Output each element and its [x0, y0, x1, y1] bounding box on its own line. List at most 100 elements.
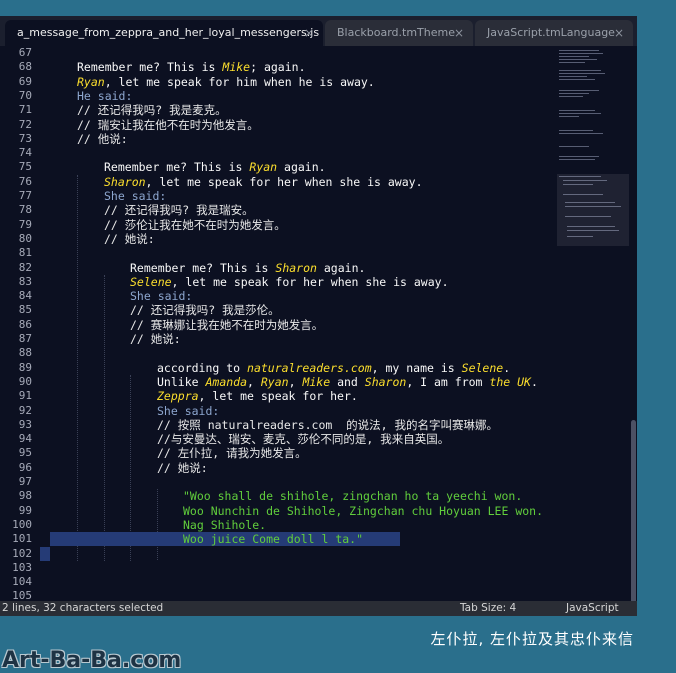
minimap-line: [559, 56, 589, 57]
close-icon[interactable]: ×: [454, 20, 464, 46]
line-number: 87: [18, 332, 32, 345]
minimap-line: [559, 93, 589, 94]
code-comment: // 他说:: [77, 131, 128, 146]
minimap-line: [559, 133, 603, 134]
line-number: 78: [18, 203, 32, 217]
code-text: ; again.: [250, 60, 306, 75]
name-token: Mike: [302, 374, 331, 389]
line-number-gutter: 67 68 69 70 71 72 73 74 75 76 77 78 79 8…: [0, 46, 40, 602]
name-token: Ryan: [260, 374, 289, 389]
name-token: Ryan: [249, 160, 278, 175]
editor-window: a_message_from_zeppra_and_her_loyal_mess…: [0, 16, 637, 616]
code-comment: // 还记得我吗? 我是莎伦。: [130, 303, 280, 318]
line-number: 80: [18, 231, 32, 245]
selection-status: 2 lines, 32 characters selected: [2, 602, 164, 614]
name-token: Ryan: [77, 74, 105, 89]
code-line: He said:: [77, 88, 133, 103]
code-line: Selene, let me speak for her when she is…: [40, 275, 637, 289]
minimap-line: [559, 59, 597, 60]
line-number: 69: [18, 74, 32, 88]
line-number: 73: [18, 131, 32, 145]
code-line: Ryan, let me speak for him when he is aw…: [40, 75, 593, 89]
line-number: 103: [12, 560, 32, 574]
code-text: , let me speak for her when she is away.: [145, 174, 423, 189]
tab-blackboard-theme[interactable]: Blackboard.tmTheme ×: [325, 20, 473, 46]
line-number: 97: [18, 475, 32, 488]
minimap[interactable]: [557, 46, 629, 601]
line-number: 93: [18, 417, 32, 431]
line-number: 90: [18, 374, 32, 388]
line-number: 71: [18, 103, 32, 117]
minimap-line: [559, 79, 595, 80]
tab-zeppra-js[interactable]: a_message_from_zeppra_and_her_loyal_mess…: [5, 20, 323, 46]
watermark: Art-Ba-Ba.com: [2, 648, 182, 673]
code-area[interactable]: Remember me? This is Mike; again. Ryan, …: [40, 46, 556, 601]
minimap-viewport[interactable]: [557, 174, 629, 246]
close-icon[interactable]: ×: [304, 20, 314, 46]
code-line: Zeppra, let me speak for her.: [40, 389, 637, 403]
code-text: , my name is: [371, 360, 462, 375]
syntax-setting[interactable]: JavaScript: [566, 601, 619, 616]
code-line: Sharon, let me speak for her when she is…: [40, 175, 620, 189]
line-number: 82: [18, 260, 32, 274]
minimap-line: [559, 110, 595, 111]
minimap-line: [559, 70, 601, 71]
line-number: 72: [18, 117, 32, 131]
minimap-line: [559, 50, 599, 51]
line-number: 83: [18, 274, 32, 288]
minimap-line: [559, 76, 587, 77]
caption: 左仆拉, 左仆拉及其忠仆来信: [430, 630, 634, 648]
line-number: 88: [18, 346, 32, 360]
line-number: 96: [18, 460, 32, 474]
close-icon[interactable]: ×: [614, 20, 624, 46]
code-line: Remember me? This is Mike; again.: [40, 60, 593, 74]
code-line: She said:: [104, 189, 167, 203]
status-bar: 2 lines, 32 characters selected Tab Size…: [0, 601, 637, 616]
code-comment: // 她说:: [157, 460, 208, 475]
minimap-line: [559, 96, 583, 97]
line-number: 84: [18, 289, 32, 303]
tab-javascript-language[interactable]: JavaScript.tmLanguage ×: [475, 20, 633, 46]
selection-highlight: [40, 546, 50, 561]
vertical-scrollbar[interactable]: [630, 46, 637, 610]
line-number: 102: [12, 546, 32, 560]
minimap-line: [559, 90, 599, 91]
code-line: She said:: [157, 403, 220, 418]
code-text: ,: [247, 374, 261, 389]
code-comment: // 还记得我吗? 我是麦克。: [77, 103, 227, 118]
tab-label: a_message_from_zeppra_and_her_loyal_mess…: [17, 26, 320, 39]
code-text: , let me speak for her when she is away.: [171, 274, 449, 289]
line-number: 91: [18, 389, 32, 403]
scrollbar-thumb[interactable]: [631, 420, 636, 610]
minimap-line: [559, 73, 605, 74]
line-number: 101: [12, 532, 32, 546]
minimap-line: [559, 130, 593, 131]
tab-size-setting[interactable]: Tab Size: 4: [460, 601, 516, 616]
tab-label: Blackboard.tmTheme: [337, 26, 455, 39]
code-line: Unlike Amanda, Ryan, Mike and Sharon, I …: [40, 375, 637, 389]
code-comment: //与安曼达、瑞安、麦克、莎伦不同的是, 我来自英国。: [157, 432, 450, 447]
line-number: 95: [18, 446, 32, 460]
line-number: 104: [12, 575, 32, 589]
minimap-line: [559, 116, 579, 117]
code-comment: // 她说:: [130, 332, 181, 346]
line-number: 77: [18, 189, 32, 202]
name-token: Zeppra: [157, 389, 199, 404]
code-string: Woo juice Come doll l ta.": [183, 532, 364, 547]
name-token: Sharon: [104, 174, 146, 189]
code-comment: // 还记得我吗? 我是瑞安。: [104, 203, 254, 218]
minimap-line: [559, 156, 599, 157]
line-number: 70: [18, 88, 32, 102]
tab-label: JavaScript.tmLanguage: [487, 26, 615, 39]
minimap-line: [559, 53, 603, 54]
name-token: Mike: [222, 60, 251, 75]
code-text: , I am from: [406, 374, 490, 389]
line-number: 68: [18, 60, 32, 74]
code-comment: // 赛琳娜让我在她不在时为她发言。: [130, 317, 324, 332]
minimap-line: [559, 113, 601, 114]
code-text: according to: [157, 360, 248, 375]
line-number: 89: [18, 360, 32, 374]
line-number: 92: [18, 403, 32, 417]
code-text: again.: [316, 260, 366, 275]
code-comment: // 她说:: [104, 231, 155, 246]
